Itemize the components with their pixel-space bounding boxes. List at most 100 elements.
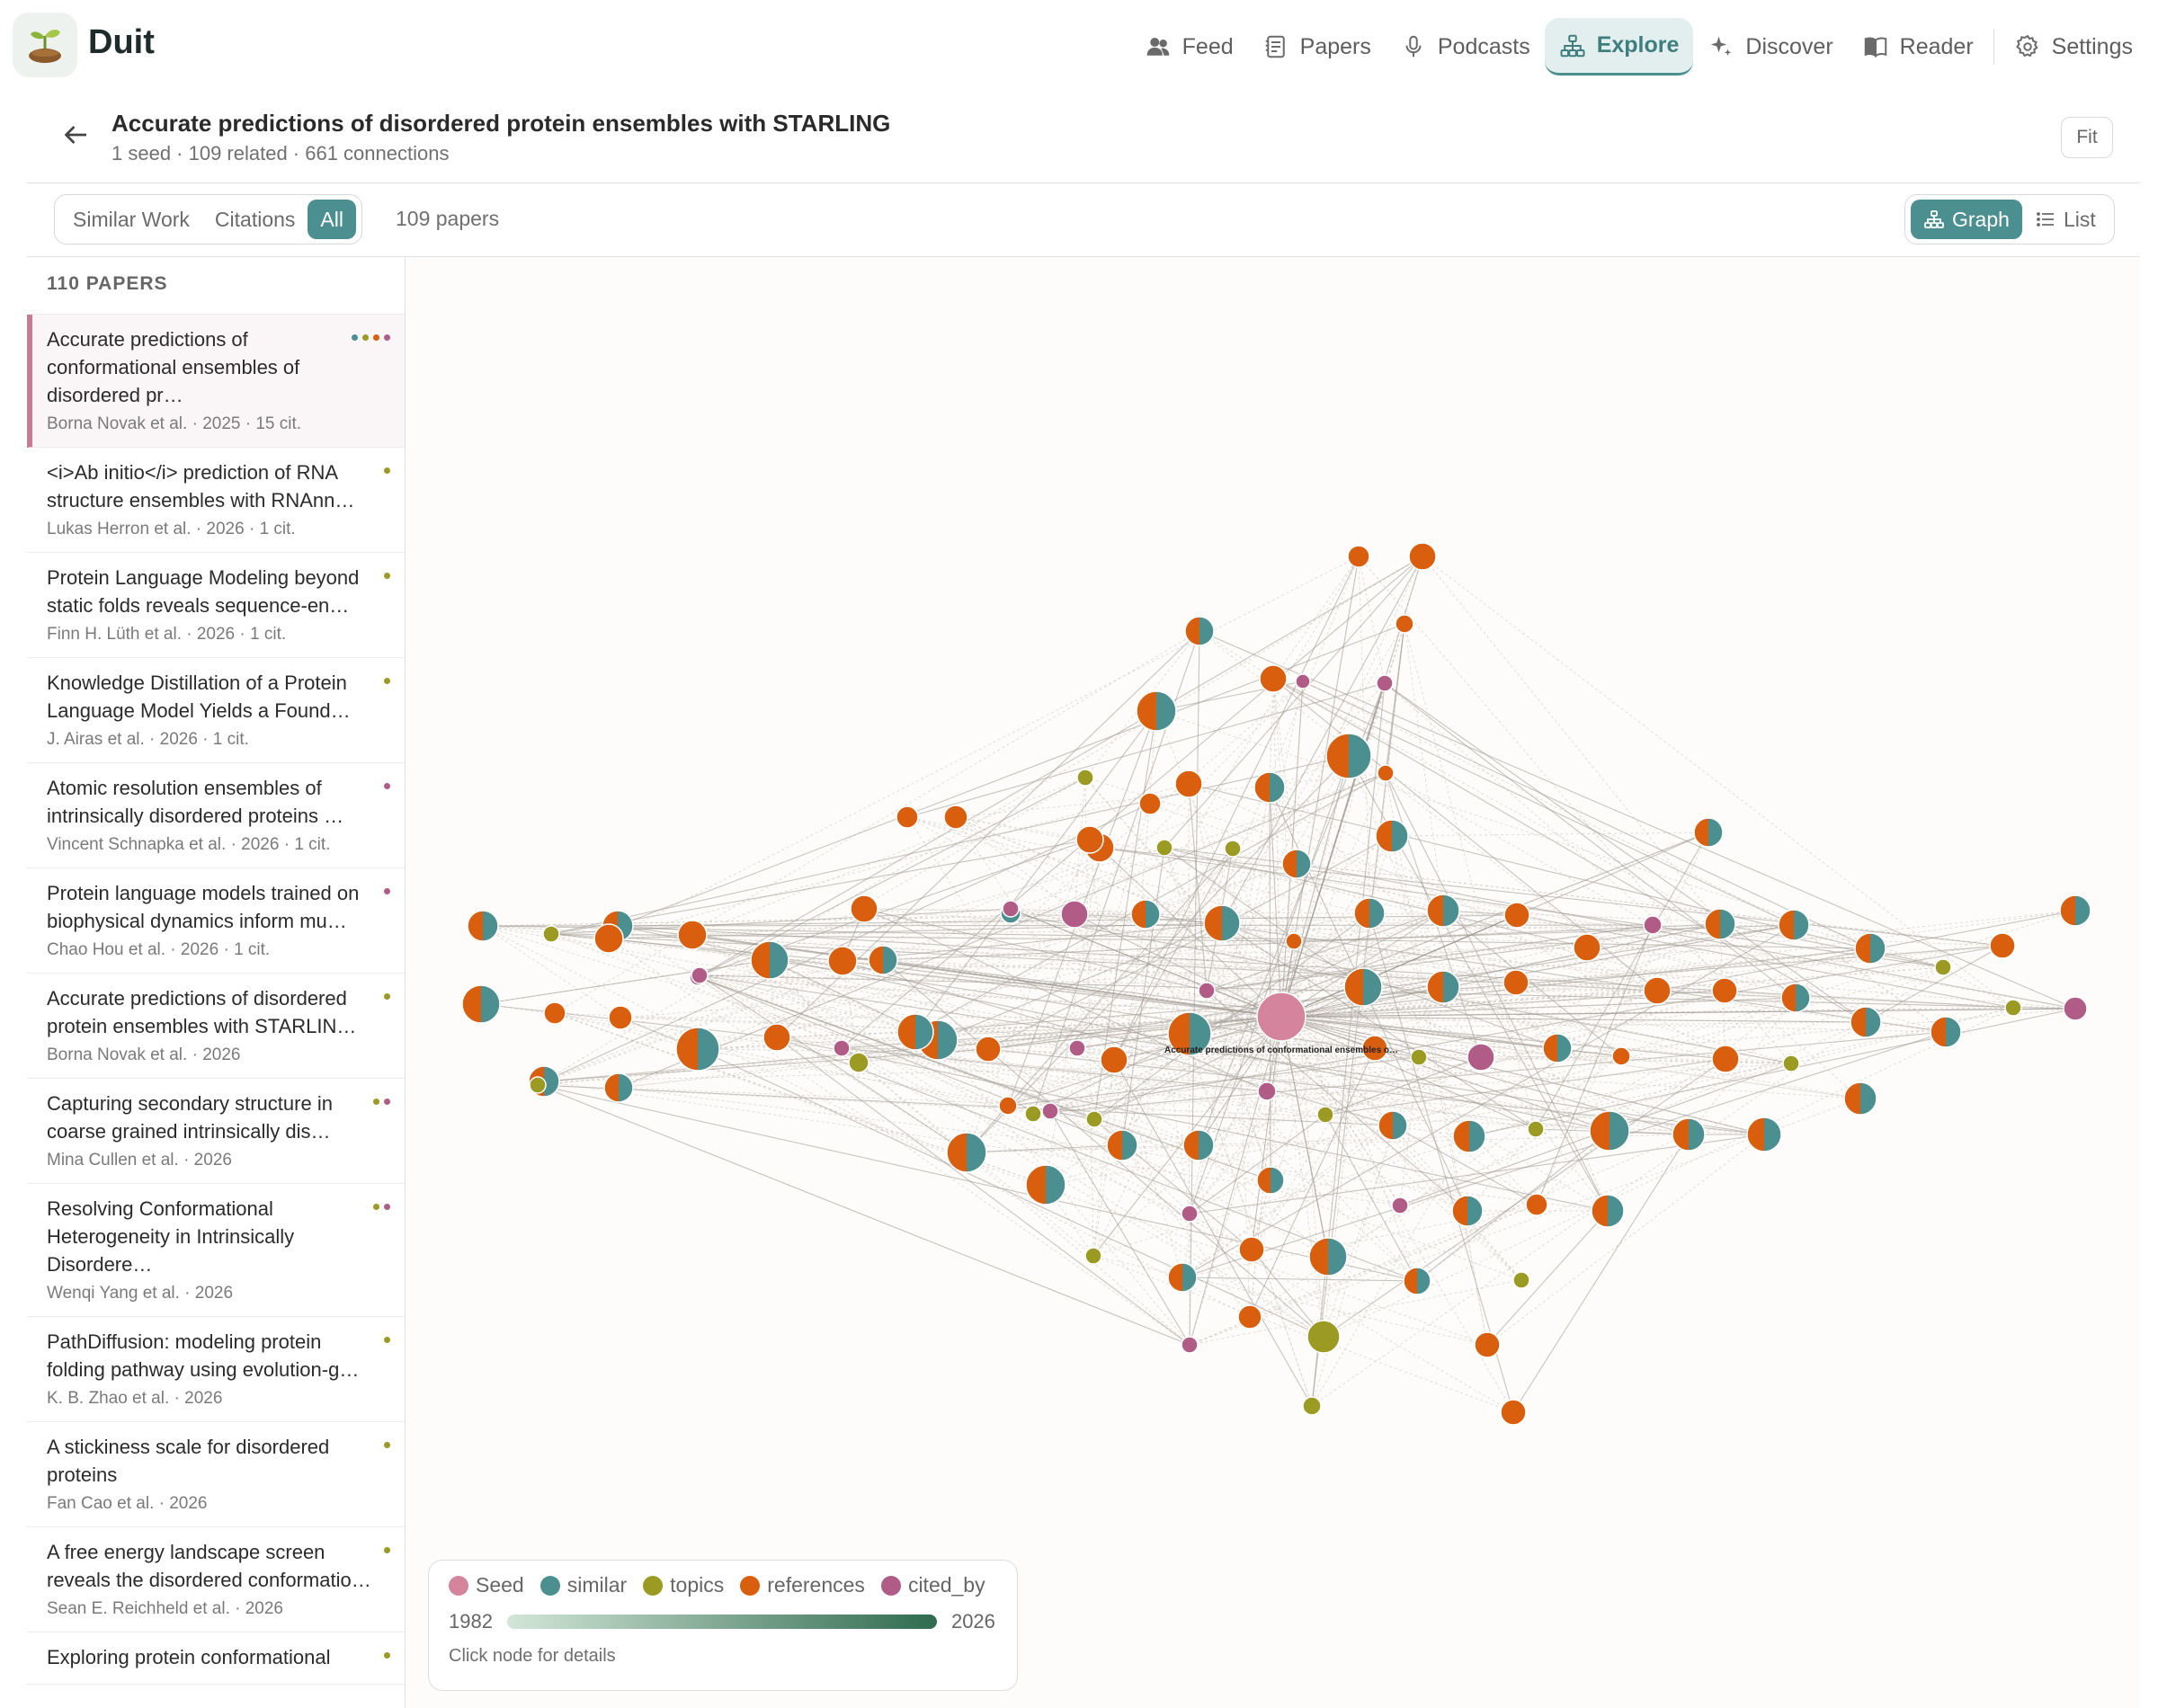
paper-node[interactable] <box>543 1001 566 1025</box>
paper-node[interactable] <box>1181 1336 1199 1354</box>
paper-node[interactable] <box>1068 1039 1086 1057</box>
paper-node[interactable] <box>2059 894 2091 927</box>
paper-node[interactable] <box>1410 1048 1428 1066</box>
paper-node[interactable] <box>896 1013 934 1051</box>
list-item[interactable]: Protein language models trained on bioph… <box>27 868 405 974</box>
paper-node[interactable] <box>1780 983 1811 1013</box>
paper-node[interactable] <box>1672 1117 1706 1152</box>
paper-node[interactable] <box>1934 958 1952 976</box>
paper-node[interactable] <box>1325 733 1372 779</box>
paper-node[interactable] <box>1512 1271 1530 1289</box>
paper-node[interactable] <box>1426 894 1460 928</box>
paper-node[interactable] <box>1295 673 1311 689</box>
paper-node[interactable] <box>1198 982 1216 1000</box>
paper-node[interactable] <box>1184 616 1215 646</box>
paper-node[interactable] <box>1503 969 1529 996</box>
list-item[interactable]: Accurate predictions of conformational e… <box>27 315 405 448</box>
list-item[interactable]: Resolving Conformational Heterogeneity i… <box>27 1184 405 1317</box>
paper-node[interactable] <box>1527 1120 1545 1138</box>
paper-node[interactable] <box>1930 1016 1962 1048</box>
app-logo[interactable] <box>13 13 77 77</box>
paper-node[interactable] <box>1167 1262 1198 1293</box>
app-name[interactable]: Duit <box>88 23 155 62</box>
paper-node[interactable] <box>1024 1105 1042 1123</box>
paper-node[interactable] <box>1850 1006 1882 1038</box>
paper-node[interactable] <box>1778 909 1810 941</box>
paper-node[interactable] <box>1403 1267 1431 1295</box>
paper-node[interactable] <box>1256 1166 1285 1195</box>
paper-node[interactable] <box>975 1036 1002 1063</box>
paper-node[interactable] <box>1084 1247 1102 1265</box>
list-item[interactable]: <i>Ab initio</i> prediction of RNA struc… <box>27 448 405 553</box>
paper-node[interactable] <box>850 894 878 923</box>
nav-papers[interactable]: Papers <box>1248 18 1386 76</box>
paper-node[interactable] <box>1138 792 1162 815</box>
paper-node[interactable] <box>1285 932 1303 950</box>
paper-node[interactable] <box>1503 902 1530 929</box>
paper-node[interactable] <box>1376 674 1394 692</box>
paper-node[interactable] <box>998 1096 1018 1116</box>
paper-node[interactable] <box>1500 1399 1527 1426</box>
paper-node[interactable] <box>1106 1129 1138 1161</box>
nav-reader[interactable]: Reader <box>1848 18 1988 76</box>
tab-similar-work[interactable]: Similar Work <box>60 200 202 239</box>
paper-node[interactable] <box>1542 1033 1573 1063</box>
paper-node[interactable] <box>1343 967 1383 1007</box>
paper-node[interactable] <box>1378 1110 1408 1141</box>
paper-node[interactable] <box>1076 769 1094 787</box>
paper-node[interactable] <box>1002 900 1020 918</box>
paper-node[interactable] <box>848 1052 869 1073</box>
seed-node[interactable] <box>1256 992 1306 1042</box>
paper-node[interactable] <box>1302 1396 1322 1416</box>
paper-node[interactable] <box>1060 900 1089 929</box>
paper-node[interactable] <box>946 1132 987 1173</box>
paper-node[interactable] <box>1257 1081 1277 1101</box>
nav-discover[interactable]: Discover <box>1693 18 1847 76</box>
paper-node[interactable] <box>762 1023 791 1052</box>
paper-node[interactable] <box>593 923 624 954</box>
paper-node[interactable] <box>1525 1193 1548 1216</box>
paper-node[interactable] <box>1377 764 1395 782</box>
paper-node[interactable] <box>1746 1116 1782 1152</box>
paper-node[interactable] <box>1573 933 1601 962</box>
paper-node[interactable] <box>1375 819 1409 853</box>
paper-node[interactable] <box>1253 771 1286 804</box>
paper-node[interactable] <box>1589 1110 1630 1152</box>
paper-node[interactable] <box>1643 915 1663 935</box>
paper-node[interactable] <box>1306 1320 1341 1354</box>
list-item[interactable]: Exploring protein conformational <box>27 1632 405 1685</box>
nav-explore[interactable]: Explore <box>1544 18 1694 76</box>
list-item[interactable]: Knowledge Distillation of a Protein Lang… <box>27 658 405 763</box>
paper-node[interactable] <box>1391 1196 1409 1214</box>
paper-node[interactable] <box>1182 1129 1215 1161</box>
paper-node[interactable] <box>1347 545 1370 568</box>
paper-node[interactable] <box>1474 1331 1501 1358</box>
list-item[interactable]: Capturing secondary structure in coarse … <box>27 1079 405 1184</box>
paper-node[interactable] <box>1136 690 1177 732</box>
paper-node[interactable] <box>1711 977 1738 1004</box>
graph-canvas[interactable]: Accurate predictions of conformational e… <box>406 257 2140 1708</box>
paper-node[interactable] <box>675 1027 720 1072</box>
paper-node[interactable] <box>1041 1102 1059 1120</box>
paper-node[interactable] <box>603 1072 634 1103</box>
paper-node[interactable] <box>1316 1106 1334 1124</box>
paper-node[interactable] <box>1238 1236 1265 1263</box>
paper-node[interactable] <box>1452 1119 1486 1153</box>
nav-feed[interactable]: Feed <box>1130 18 1248 76</box>
paper-node[interactable] <box>691 966 709 984</box>
tab-citations[interactable]: Citations <box>202 200 308 239</box>
paper-node[interactable] <box>1591 1194 1625 1228</box>
list-view-button[interactable]: List <box>2022 200 2109 239</box>
paper-node[interactable] <box>1408 542 1437 571</box>
paper-node[interactable] <box>2004 999 2022 1017</box>
paper-node[interactable] <box>868 945 898 975</box>
paper-node[interactable] <box>467 910 499 942</box>
paper-node[interactable] <box>1259 664 1288 693</box>
paper-node[interactable] <box>1711 1045 1740 1073</box>
paper-node[interactable] <box>1467 1043 1495 1072</box>
paper-node[interactable] <box>542 925 560 943</box>
paper-node[interactable] <box>1281 849 1312 879</box>
fit-button[interactable]: Fit <box>2061 117 2113 158</box>
graph-view-button[interactable]: Graph <box>1911 200 2022 239</box>
list-item[interactable]: PathDiffusion: modeling protein folding … <box>27 1317 405 1422</box>
